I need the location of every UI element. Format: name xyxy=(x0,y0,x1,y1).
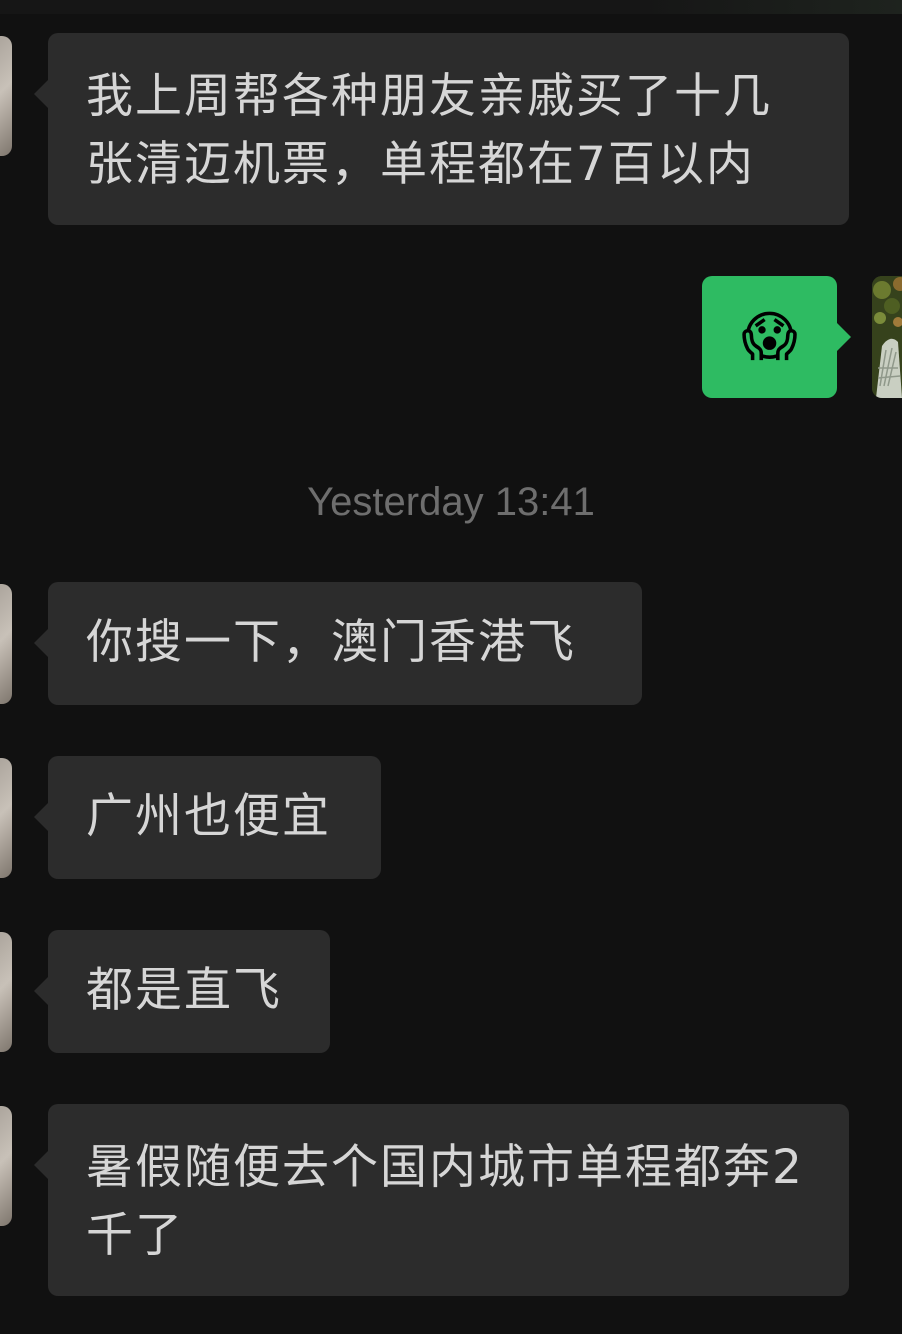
avatar-plant-icon xyxy=(872,276,902,398)
screaming-face-icon: 😱 xyxy=(741,305,798,368)
sent-message-bubble[interactable]: 😱 xyxy=(702,276,851,398)
top-bar-edge xyxy=(0,0,902,14)
contact-avatar[interactable] xyxy=(0,932,12,1052)
received-message-bubble[interactable]: 我上周帮各种朋友亲戚买了十几张清迈机票，单程都在7百以内 xyxy=(34,33,849,225)
my-avatar[interactable] xyxy=(872,276,902,398)
timestamp-label: Yesterday 13:41 xyxy=(307,480,595,524)
contact-avatar[interactable] xyxy=(0,584,12,704)
received-message-bubble[interactable]: 都是直飞 xyxy=(34,930,330,1053)
contact-avatar[interactable] xyxy=(0,758,12,878)
contact-avatar[interactable] xyxy=(0,36,12,156)
received-message-bubble[interactable]: 你搜一下，澳门香港飞 xyxy=(34,582,642,705)
received-message-bubble[interactable]: 暑假随便去个国内城市单程都奔2千了 xyxy=(34,1104,849,1296)
received-message-bubble[interactable]: 广州也便宜 xyxy=(34,756,381,879)
contact-avatar[interactable] xyxy=(0,1106,12,1226)
